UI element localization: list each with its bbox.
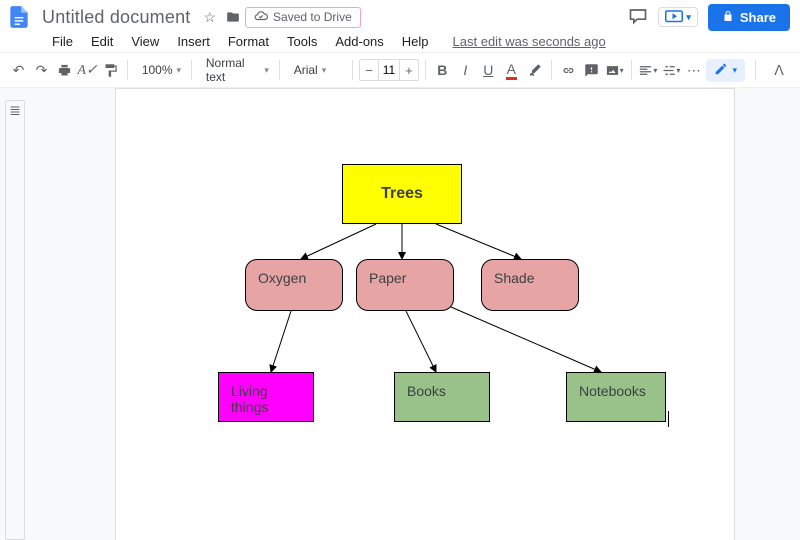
node-trees[interactable]: Trees [342, 164, 462, 224]
workspace: ≣ Trees Oxygen Paper Shade Living things [0, 88, 800, 540]
menu-file[interactable]: File [44, 32, 81, 51]
caret-down-icon: ▾ [686, 12, 691, 23]
print-icon[interactable] [54, 57, 75, 83]
text-cursor [668, 411, 669, 427]
menu-edit[interactable]: Edit [83, 32, 121, 51]
font-size-stepper[interactable]: − + [359, 59, 419, 81]
present-button[interactable]: ▾ [658, 7, 698, 27]
lock-icon [722, 10, 734, 25]
menu-tools[interactable]: Tools [279, 32, 325, 51]
font-dropdown[interactable]: Arial▾ [286, 58, 346, 82]
highlight-icon[interactable] [524, 57, 545, 83]
insert-image-icon[interactable]: ▾ [604, 57, 625, 83]
redo-icon[interactable]: ↷ [31, 57, 52, 83]
caret-down-icon: ▾ [732, 65, 737, 76]
menu-addons[interactable]: Add-ons [327, 32, 391, 51]
insert-comment-icon[interactable] [581, 57, 602, 83]
cloud-icon [254, 9, 268, 26]
zoom-dropdown[interactable]: 100%▾ [134, 58, 185, 82]
document-page[interactable]: Trees Oxygen Paper Shade Living things B… [115, 88, 735, 540]
menu-view[interactable]: View [123, 32, 167, 51]
page-scroll[interactable]: Trees Oxygen Paper Shade Living things B… [30, 88, 800, 540]
node-notebooks[interactable]: Notebooks [566, 372, 666, 422]
underline-icon[interactable]: U [478, 57, 499, 83]
line-spacing-icon[interactable]: ▾ [660, 57, 681, 83]
text-color-icon[interactable]: A [501, 57, 522, 83]
menu-help[interactable]: Help [394, 32, 437, 51]
share-label: Share [740, 10, 776, 25]
pencil-icon [714, 62, 728, 79]
node-oxygen[interactable]: Oxygen [245, 259, 343, 311]
document-title[interactable]: Untitled document [42, 7, 190, 28]
menu-format[interactable]: Format [220, 32, 277, 51]
node-shade[interactable]: Shade [481, 259, 579, 311]
move-icon[interactable] [226, 10, 240, 24]
paragraph-style-dropdown[interactable]: Normal text▾ [198, 58, 273, 82]
last-edit-link[interactable]: Last edit was seconds ago [445, 32, 614, 51]
italic-icon[interactable]: I [455, 57, 476, 83]
star-icon[interactable]: ☆ [203, 9, 216, 26]
font-size-input[interactable] [378, 60, 400, 80]
paint-format-icon[interactable] [100, 57, 121, 83]
font-size-decrease[interactable]: − [360, 63, 378, 78]
node-paper[interactable]: Paper [356, 259, 454, 311]
share-button[interactable]: Share [708, 4, 790, 31]
saved-label: Saved to Drive [273, 10, 352, 24]
node-living-things[interactable]: Living things [218, 372, 314, 422]
outline-icon[interactable]: ≣ [5, 100, 25, 540]
menu-insert[interactable]: Insert [169, 32, 218, 51]
collapse-icon[interactable]: ᐱ [766, 57, 792, 83]
outline-rail: ≣ [0, 88, 30, 540]
spellcheck-icon[interactable]: A✓ [77, 57, 98, 83]
align-icon[interactable]: ▾ [637, 57, 658, 83]
insert-link-icon[interactable] [558, 57, 579, 83]
more-icon[interactable]: ⋯ [683, 57, 704, 83]
font-size-increase[interactable]: + [400, 63, 418, 78]
undo-icon[interactable]: ↶ [8, 57, 29, 83]
bold-icon[interactable]: B [432, 57, 453, 83]
toolbar: ↶ ↷ A✓ 100%▾ Normal text▾ Arial▾ − + B I… [0, 52, 800, 88]
title-bar: Untitled document ☆ Saved to Drive ▾ Sha… [0, 0, 800, 30]
comments-icon[interactable] [628, 5, 648, 30]
node-books[interactable]: Books [394, 372, 490, 422]
app-logo[interactable] [6, 4, 32, 30]
mode-editing[interactable]: ▾ [706, 59, 745, 82]
saved-to-drive-status[interactable]: Saved to Drive [245, 7, 361, 28]
menu-bar: File Edit View Insert Format Tools Add-o… [0, 30, 800, 52]
